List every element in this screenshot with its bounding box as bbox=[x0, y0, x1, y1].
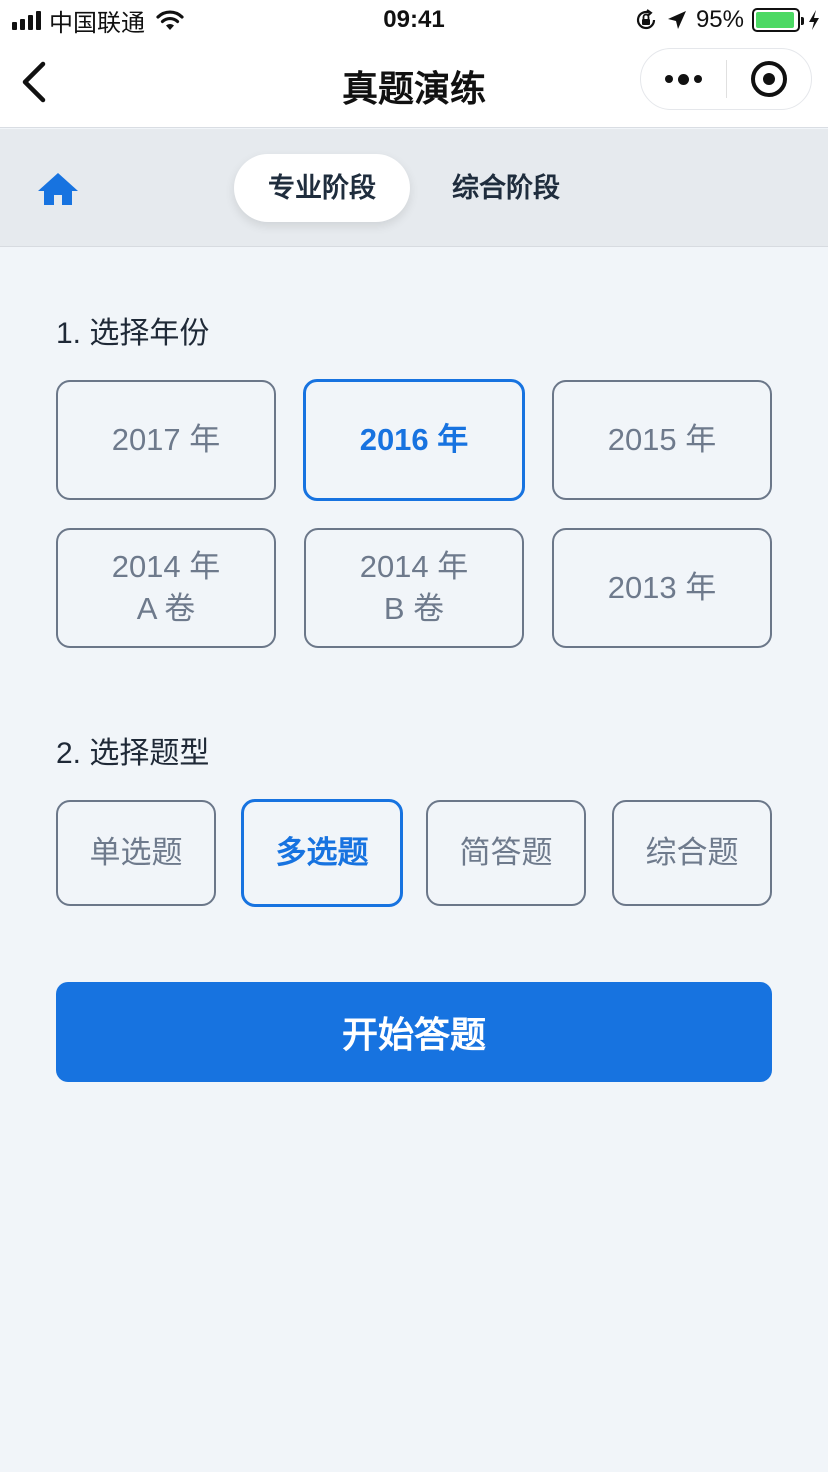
target-circle-icon bbox=[750, 61, 787, 97]
year-option-2016[interactable]: 2016 年 bbox=[303, 379, 525, 501]
year-option-label: 2014 年 bbox=[111, 549, 221, 584]
home-button[interactable] bbox=[36, 169, 80, 209]
year-option-sublabel: A 卷 bbox=[136, 591, 196, 626]
battery-cap bbox=[801, 17, 804, 25]
type-option-multiple-choice[interactable]: 多选题 bbox=[241, 799, 403, 907]
status-bar: 中国联通 09:41 95% bbox=[0, 0, 828, 40]
charging-bolt-icon bbox=[809, 10, 819, 30]
year-option-label: 2013 年 bbox=[607, 570, 717, 605]
type-option-label: 综合题 bbox=[645, 835, 739, 870]
type-option-comprehensive[interactable]: 综合题 bbox=[612, 800, 772, 906]
close-mini-program-button[interactable] bbox=[727, 49, 811, 109]
year-option-label: 2015 年 bbox=[607, 422, 717, 457]
orientation-lock-icon bbox=[636, 9, 656, 30]
type-option-label: 单选题 bbox=[89, 835, 183, 870]
start-answering-button[interactable]: 开始答题 bbox=[56, 982, 772, 1082]
type-option-single-choice[interactable]: 单选题 bbox=[56, 800, 216, 906]
year-option-label: 2014 年 bbox=[359, 549, 469, 584]
year-option-2013[interactable]: 2013 年 bbox=[552, 528, 772, 648]
year-option-2017[interactable]: 2017 年 bbox=[56, 380, 276, 500]
location-arrow-icon bbox=[667, 11, 686, 29]
type-option-label: 多选题 bbox=[275, 835, 369, 870]
tab-professional-stage[interactable]: 专业阶段 bbox=[234, 154, 410, 222]
type-option-label: 简答题 bbox=[459, 835, 553, 870]
year-option-2015[interactable]: 2015 年 bbox=[552, 380, 772, 500]
nav-bar: 真题演练 bbox=[0, 40, 828, 128]
year-option-2014b[interactable]: 2014 年 B 卷 bbox=[304, 528, 524, 648]
year-option-2014a[interactable]: 2014 年 A 卷 bbox=[56, 528, 276, 648]
more-button[interactable] bbox=[641, 49, 726, 109]
battery-percent: 95% bbox=[695, 6, 744, 33]
year-option-label: 2017 年 bbox=[111, 422, 221, 457]
type-section-title: 2. 选择题型 bbox=[56, 737, 210, 770]
year-section-title: 1. 选择年份 bbox=[56, 317, 210, 350]
battery-icon bbox=[752, 8, 804, 32]
stage-tab-bar: 专业阶段 综合阶段 bbox=[0, 129, 828, 247]
type-option-short-answer[interactable]: 简答题 bbox=[426, 800, 586, 906]
battery-level bbox=[756, 12, 794, 28]
mini-program-capsule bbox=[640, 48, 812, 110]
home-icon bbox=[38, 173, 78, 205]
status-bar-right: 95% bbox=[634, 6, 820, 34]
more-dots-icon bbox=[665, 75, 673, 83]
tab-comprehensive-stage[interactable]: 综合阶段 bbox=[430, 154, 582, 222]
year-option-label: 2016 年 bbox=[359, 422, 469, 457]
year-option-sublabel: B 卷 bbox=[383, 591, 445, 626]
